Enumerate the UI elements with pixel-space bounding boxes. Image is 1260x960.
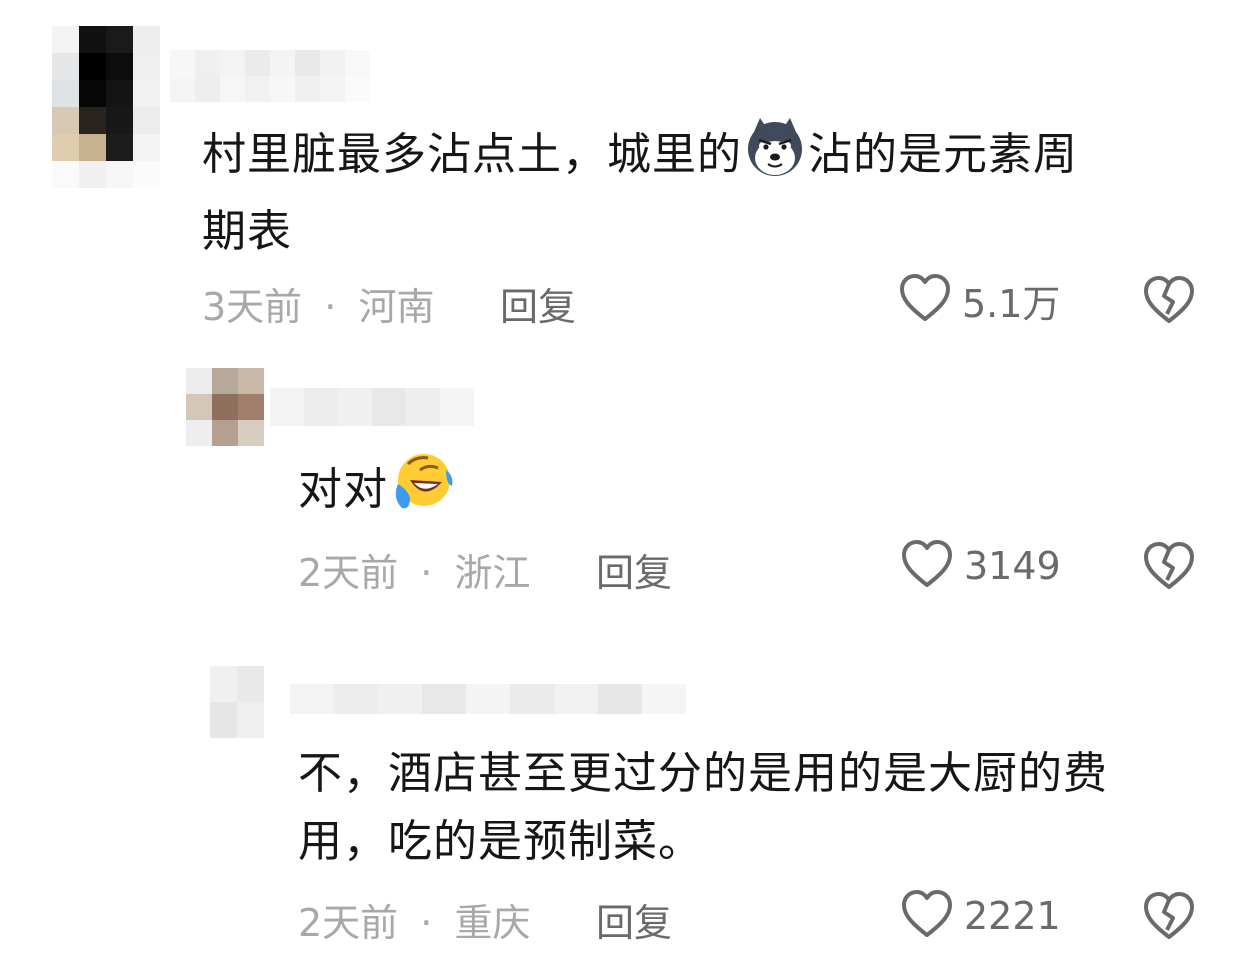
broken-heart-icon bbox=[1142, 892, 1196, 946]
avatar[interactable] bbox=[210, 666, 264, 738]
broken-heart-icon bbox=[1142, 542, 1196, 596]
comment-text-part2: 沾的是元素周 bbox=[808, 129, 1078, 180]
timestamp: 2天前 bbox=[298, 551, 399, 595]
meta-separator: · bbox=[420, 901, 433, 945]
heart-outline-icon bbox=[900, 888, 954, 944]
username[interactable] bbox=[270, 388, 474, 426]
meta-separator: · bbox=[420, 551, 433, 595]
meta-separator: · bbox=[324, 285, 337, 329]
username[interactable] bbox=[170, 50, 370, 102]
dislike-button[interactable] bbox=[1142, 274, 1196, 330]
heart-outline-icon bbox=[900, 538, 954, 594]
location: 河南 bbox=[358, 285, 435, 329]
location: 浙江 bbox=[454, 551, 531, 595]
timestamp: 2天前 bbox=[298, 901, 399, 945]
avatar[interactable] bbox=[52, 26, 160, 188]
location: 重庆 bbox=[454, 901, 531, 945]
comment-text-line2: 用，吃的是预制菜。 bbox=[298, 816, 703, 867]
reply-button[interactable]: 回复 bbox=[500, 276, 576, 331]
username[interactable] bbox=[290, 684, 686, 714]
comment-text: 村里脏最多沾点土，城里的 沾的是元素周 期表 bbox=[202, 116, 1202, 266]
reply-button[interactable]: 回复 bbox=[596, 542, 672, 597]
dislike-button[interactable] bbox=[1142, 540, 1196, 596]
heart-outline-icon bbox=[898, 272, 952, 328]
broken-heart-icon bbox=[1142, 276, 1196, 330]
comment-text-line1: 不，酒店甚至更过分的是用的是大厨的费 bbox=[298, 748, 1108, 799]
reply-button[interactable]: 回复 bbox=[596, 892, 672, 947]
comment-3: 不，酒店甚至更过分的是用的是大厨的费 用，吃的是预制菜。 2天前 · 重庆 回复… bbox=[0, 630, 1260, 960]
like-button[interactable]: 5.1万 bbox=[898, 272, 1060, 328]
like-count: 5.1万 bbox=[962, 281, 1061, 326]
comment-meta: 2天前 · 重庆 bbox=[298, 892, 530, 947]
timestamp: 3天前 bbox=[202, 285, 303, 329]
comment-text-line2: 期表 bbox=[202, 206, 292, 257]
comment-meta: 3天前 · 河南 bbox=[202, 276, 434, 331]
rolling-laughing-emoji bbox=[390, 450, 454, 534]
comment-text-part1: 村里脏最多沾点土，城里的 bbox=[202, 129, 742, 180]
comment-2: 对对 2天前 · 浙江 回复 3149 bbox=[0, 340, 1260, 630]
comment-text-part1: 对对 bbox=[298, 464, 388, 515]
like-button[interactable]: 2221 bbox=[900, 888, 1061, 944]
comment-text: 不，酒店甚至更过分的是用的是大厨的费 用，吃的是预制菜。 bbox=[298, 740, 1238, 876]
like-count: 3149 bbox=[964, 544, 1061, 588]
like-count: 2221 bbox=[964, 894, 1061, 938]
comment-meta: 2天前 · 浙江 bbox=[298, 542, 530, 597]
comment-1: 村里脏最多沾点土，城里的 沾的是元素周 期表 3天前 · 河南 回复 5.1万 bbox=[0, 0, 1260, 340]
like-button[interactable]: 3149 bbox=[900, 538, 1061, 594]
avatar[interactable] bbox=[186, 368, 264, 446]
dislike-button[interactable] bbox=[1142, 890, 1196, 946]
husky-dog-emoji bbox=[744, 116, 806, 198]
comment-text: 对对 bbox=[298, 450, 456, 534]
